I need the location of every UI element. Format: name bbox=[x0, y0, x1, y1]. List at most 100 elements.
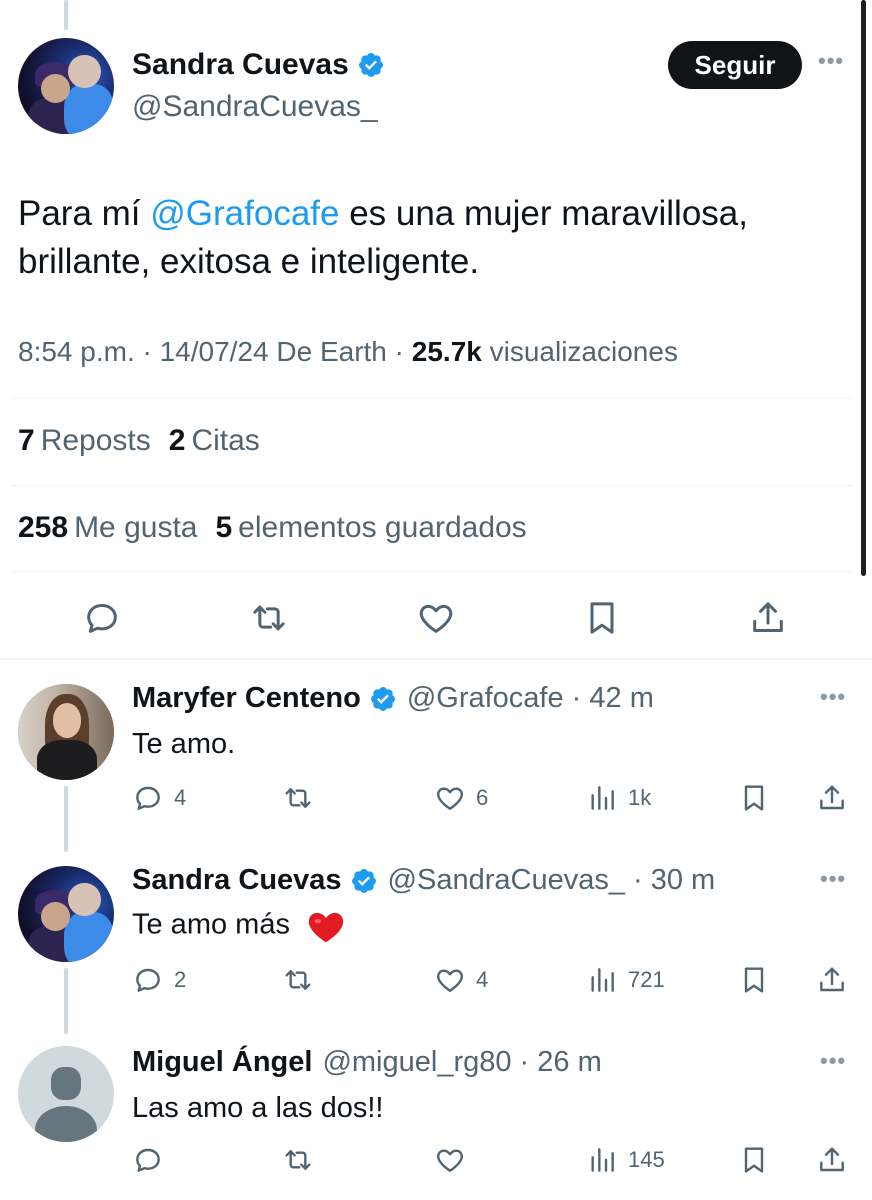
reply-button[interactable]: 4 bbox=[132, 778, 186, 818]
share-icon bbox=[753, 602, 783, 632]
like-button[interactable]: 4 bbox=[434, 960, 488, 1000]
analytics-icon bbox=[591, 1148, 614, 1172]
repost-button[interactable] bbox=[282, 778, 314, 818]
like-count: 6 bbox=[476, 785, 489, 810]
repost-button[interactable] bbox=[282, 1140, 314, 1180]
avatar[interactable] bbox=[18, 866, 114, 962]
like-button[interactable]: 6 bbox=[434, 778, 488, 818]
reply-author-name[interactable]: Sandra Cuevas bbox=[132, 864, 342, 897]
divider bbox=[12, 571, 852, 572]
reply-handle-time[interactable]: @Grafocafe · 42 m bbox=[407, 682, 654, 715]
reply-text-content: Te amo más bbox=[132, 908, 290, 941]
bookmark-button[interactable] bbox=[738, 960, 770, 1000]
share-button[interactable] bbox=[816, 778, 848, 818]
reply-button[interactable] bbox=[80, 596, 124, 640]
more-options-icon[interactable]: ••• bbox=[820, 866, 846, 892]
share-button[interactable] bbox=[816, 1140, 848, 1180]
repost-button[interactable] bbox=[282, 960, 314, 1000]
tweet-meta: 8:54 p.m. · 14/07/24 De Earth · 25.7k vi… bbox=[18, 336, 678, 368]
likes-label: Me gusta bbox=[74, 511, 198, 544]
reply-author-name[interactable]: Maryfer Centeno bbox=[132, 682, 361, 715]
bookmark-icon bbox=[744, 967, 764, 993]
divider bbox=[12, 398, 852, 399]
thread-connector bbox=[64, 968, 68, 1034]
avatar[interactable] bbox=[18, 684, 114, 780]
more-options-icon[interactable]: ••• bbox=[820, 1048, 846, 1074]
more-options-icon[interactable]: ••• bbox=[820, 684, 846, 710]
views-label: visualizaciones bbox=[481, 336, 678, 367]
reply-author-row: Sandra Cuevas @SandraCuevas_ · 30 m bbox=[132, 864, 715, 897]
heart-icon bbox=[437, 787, 463, 810]
reply-action-bar: 2 4 721 bbox=[132, 960, 852, 1000]
reposts-label: Reposts bbox=[40, 424, 151, 457]
follow-button[interactable]: Seguir bbox=[668, 41, 802, 89]
quotes-link[interactable]: 2 Citas bbox=[169, 424, 260, 457]
share-button[interactable] bbox=[746, 596, 790, 640]
reply-action-bar: 4 6 1k bbox=[132, 778, 852, 818]
repost-icon bbox=[285, 970, 311, 990]
author-name[interactable]: Sandra Cuevas bbox=[132, 48, 349, 82]
repost-icon bbox=[253, 605, 285, 631]
reply-author-name[interactable]: Miguel Ángel bbox=[132, 1046, 312, 1079]
bookmarks-label: elementos guardados bbox=[238, 511, 527, 544]
thread-connector-top bbox=[64, 0, 68, 30]
author-name-row[interactable]: Sandra Cuevas bbox=[132, 48, 385, 82]
bookmark-button[interactable] bbox=[738, 1140, 770, 1180]
divider bbox=[12, 485, 852, 486]
reply-text: Te amo más bbox=[132, 908, 346, 944]
analytics-icon bbox=[591, 786, 614, 810]
bookmark-icon bbox=[744, 1147, 764, 1173]
reply-text: Las amo a las dos!! bbox=[132, 1092, 384, 1124]
reposts-link[interactable]: 7 Reposts bbox=[18, 424, 151, 457]
repost-stats: 7 Reposts 2 Citas bbox=[18, 424, 260, 458]
share-icon bbox=[820, 967, 844, 992]
reply-handle-time[interactable]: @SandraCuevas_ · 30 m bbox=[388, 864, 716, 897]
reply-button[interactable]: 2 bbox=[132, 960, 186, 1000]
views-button[interactable]: 721 bbox=[586, 960, 665, 1000]
view-count: 145 bbox=[628, 1147, 665, 1172]
reply-handle-time[interactable]: @miguel_rg80 · 26 m bbox=[322, 1046, 601, 1079]
scrollbar[interactable] bbox=[861, 0, 866, 576]
quotes-count: 2 bbox=[168, 424, 186, 457]
bookmarks-link[interactable]: 5 elementos guardados bbox=[215, 511, 526, 544]
bookmark-icon bbox=[744, 785, 764, 811]
heart-icon bbox=[437, 969, 463, 992]
bookmark-button[interactable] bbox=[738, 778, 770, 818]
author-handle[interactable]: @SandraCuevas_ bbox=[132, 90, 378, 124]
reply-button[interactable] bbox=[132, 1140, 174, 1180]
divider bbox=[0, 658, 872, 660]
tweet-action-bar bbox=[0, 596, 872, 640]
like-button[interactable] bbox=[414, 596, 458, 640]
mention-link[interactable]: @Grafocafe bbox=[150, 194, 339, 233]
heart-icon bbox=[419, 604, 453, 633]
reply-icon bbox=[136, 968, 160, 992]
likes-link[interactable]: 258 Me gusta bbox=[18, 511, 197, 544]
red-heart-emoji-icon bbox=[308, 912, 344, 943]
verified-badge-icon bbox=[370, 686, 395, 711]
repost-button[interactable] bbox=[247, 596, 291, 640]
share-button[interactable] bbox=[816, 960, 848, 1000]
like-button[interactable] bbox=[434, 1140, 476, 1180]
analytics-icon bbox=[591, 968, 614, 992]
views-button[interactable]: 1k bbox=[586, 778, 651, 818]
repost-icon bbox=[285, 1150, 311, 1170]
reply-icon bbox=[136, 1148, 160, 1172]
reply-icon bbox=[87, 604, 117, 633]
timestamp[interactable]: 8:54 p.m. · 14/07/24 De Earth · bbox=[18, 336, 412, 367]
reposts-count: 7 bbox=[18, 424, 35, 457]
reply-author-row: Miguel Ángel @miguel_rg80 · 26 m bbox=[132, 1046, 602, 1079]
tweet-text-rest: es una mujer maravillosa, bbox=[339, 194, 748, 233]
avatar[interactable] bbox=[18, 1046, 114, 1142]
verified-badge-icon bbox=[351, 868, 376, 893]
reply-author-row: Maryfer Centeno @Grafocafe · 42 m bbox=[132, 682, 654, 715]
quotes-label: Citas bbox=[191, 424, 260, 457]
heart-icon bbox=[437, 1149, 463, 1172]
like-count: 4 bbox=[476, 967, 489, 992]
views-button[interactable]: 145 bbox=[586, 1140, 665, 1180]
more-options-icon[interactable]: ••• bbox=[818, 48, 844, 74]
view-count: 1k bbox=[628, 785, 652, 810]
view-count: 721 bbox=[628, 967, 665, 992]
verified-badge-icon bbox=[358, 53, 383, 77]
bookmark-button[interactable] bbox=[580, 596, 624, 640]
avatar[interactable] bbox=[18, 38, 114, 134]
